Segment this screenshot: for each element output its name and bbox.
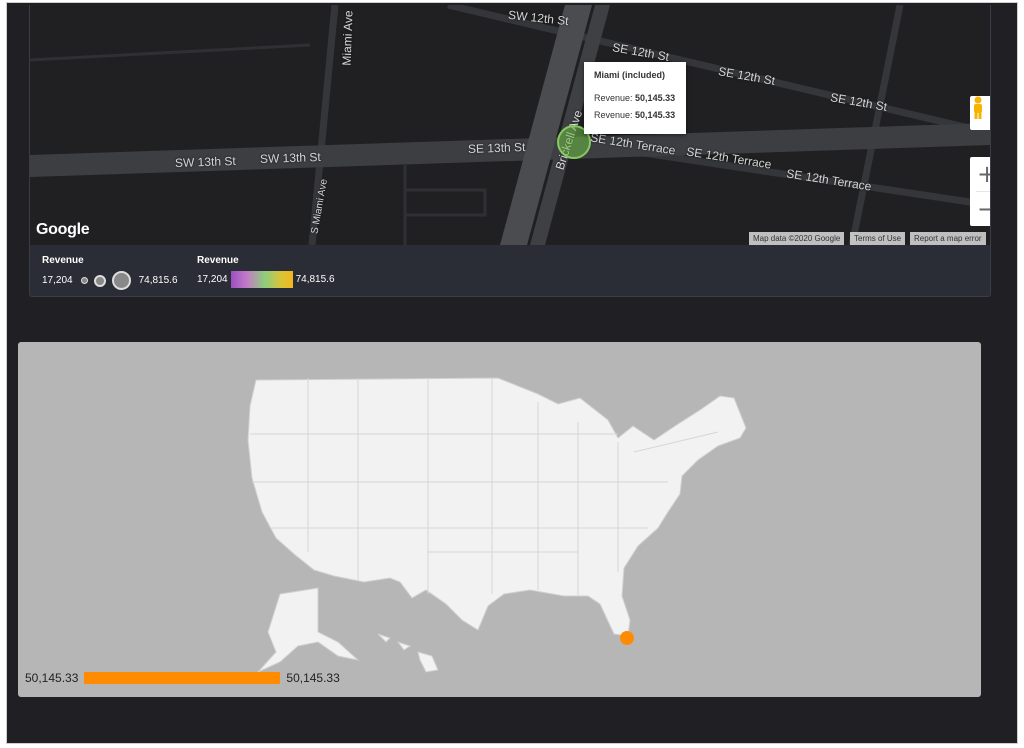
tooltip-row: Revenue: 50,145.33 [594,93,676,103]
legend-min: 50,145.33 [25,671,79,685]
legend-min: 17,204 [42,275,73,286]
tooltip-label: Revenue: [594,110,633,120]
street-label: SE 13th St [467,140,526,156]
legend-title: Revenue [42,255,84,266]
zoom-in-button[interactable]: + [970,157,990,191]
color-legend: Revenue 17,204 74,815.6 [197,255,335,288]
street-view-pegman[interactable] [970,96,990,130]
dashboard-frame: SW 12th St SE 12th St SE 12th St SE 12th… [6,2,1018,744]
map-data-attribution: Map data ©2020 Google [749,232,845,245]
small-circle-icon [80,277,88,284]
street-label: SW 13th St [174,153,236,171]
street-label: Miami Ave [339,10,356,66]
us-map-legend: 50,145.33 50,145.33 [25,671,340,685]
map-widget: SW 12th St SE 12th St SE 12th St SE 12th… [29,5,991,297]
us-map[interactable] [18,342,981,697]
color-gradient-bar [230,271,293,288]
size-legend: Revenue 17,204 74,815.6 [42,255,178,290]
report-map-error-link[interactable]: Report a map error [910,232,986,245]
tooltip-value: 50,145.33 [635,110,676,120]
pegman-icon [974,96,982,119]
miami-point[interactable] [620,631,634,645]
large-circle-icon [111,271,131,290]
medium-circle-icon [93,274,106,287]
legend-min: 17,204 [197,274,228,285]
legend-max: 50,145.33 [286,671,340,685]
legend-row: 17,204 74,815.6 [42,271,178,290]
color-scale-bar [84,672,281,684]
tooltip-value: 50,145.33 [635,93,676,103]
map-tooltip: Miami (included) Revenue: 50,145.33 Reve… [584,62,686,134]
street-map[interactable]: SW 12th St SE 12th St SE 12th St SE 12th… [30,5,990,245]
us-contiguous-shape [247,377,747,637]
street-map-roads [30,5,990,245]
legend-max: 74,815.6 [295,274,335,285]
tooltip-row: Revenue: 50,145.33 [594,110,676,120]
hawaii-shape [377,633,439,673]
street-label: SW 13th St [259,149,321,167]
tooltip-title: Miami (included) [594,70,666,80]
legend-title: Revenue [197,255,239,266]
tooltip-label: Revenue: [594,93,633,103]
legend-row: 17,204 74,815.6 [197,271,335,288]
us-map-panel: 50,145.33 50,145.33 [18,342,981,697]
google-logo: Google [36,221,90,238]
zoom-controls: + − [970,157,990,226]
legend-max: 74,815.6 [138,275,178,286]
alaska-shape [257,587,360,673]
terms-of-use-link[interactable]: Terms of Use [850,232,906,245]
zoom-out-button[interactable]: − [970,192,990,226]
